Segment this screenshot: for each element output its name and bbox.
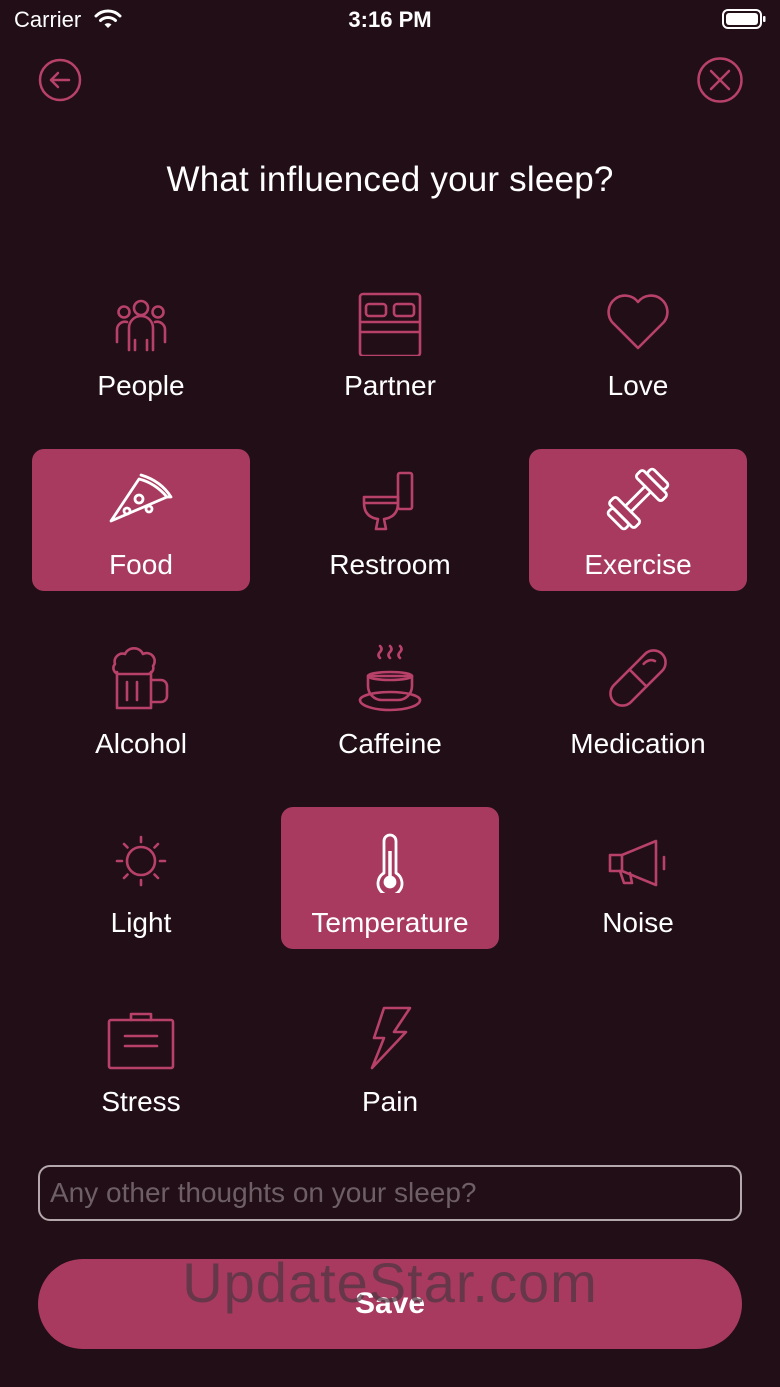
factor-light[interactable]: Light [32, 807, 250, 949]
factor-label: Temperature [311, 907, 469, 938]
toilet-icon [354, 463, 426, 535]
megaphone-icon [602, 821, 674, 893]
sun-icon [105, 821, 177, 893]
heart-icon [602, 284, 674, 356]
bed-icon [354, 284, 426, 358]
thermometer-icon [354, 821, 426, 897]
people-icon [105, 284, 177, 356]
factor-temperature[interactable]: Temperature [281, 807, 499, 949]
dumbbell-icon [602, 463, 674, 535]
factor-label: Exercise [584, 549, 692, 580]
factor-label: Noise [602, 907, 674, 938]
factor-partner[interactable]: Partner [281, 270, 499, 412]
save-button[interactable]: Save [38, 1259, 742, 1349]
briefcase-icon [105, 1000, 177, 1072]
factor-label: People [97, 370, 185, 401]
factor-alcohol[interactable]: Alcohol [32, 628, 250, 770]
factor-label: Light [110, 907, 172, 938]
factor-stress[interactable]: Stress [32, 986, 250, 1128]
lightning-icon [354, 1000, 426, 1072]
factor-label: Partner [344, 370, 436, 401]
factor-people[interactable]: People [32, 270, 250, 412]
factor-medication[interactable]: Medication [529, 628, 747, 770]
factor-label: Love [607, 370, 669, 401]
thoughts-input[interactable] [38, 1165, 742, 1221]
factor-exercise[interactable]: Exercise [529, 449, 747, 591]
factor-label: Alcohol [95, 728, 187, 759]
factor-label: Restroom [329, 549, 451, 580]
factor-label: Food [109, 549, 173, 580]
factor-label: Caffeine [338, 728, 442, 759]
factor-label: Pain [361, 1086, 419, 1117]
factor-noise[interactable]: Noise [529, 807, 747, 949]
factor-label: Medication [570, 728, 706, 759]
factor-love[interactable]: Love [529, 270, 747, 412]
pill-icon [602, 642, 674, 714]
factor-restroom[interactable]: Restroom [281, 449, 499, 591]
beer-mug-icon [105, 642, 177, 714]
factor-label: Stress [101, 1086, 181, 1117]
factor-caffeine[interactable]: Caffeine [281, 628, 499, 770]
pizza-slice-icon [105, 463, 177, 535]
coffee-cup-icon [354, 642, 426, 714]
factor-pain[interactable]: Pain [281, 986, 499, 1128]
factor-food[interactable]: Food [32, 449, 250, 591]
